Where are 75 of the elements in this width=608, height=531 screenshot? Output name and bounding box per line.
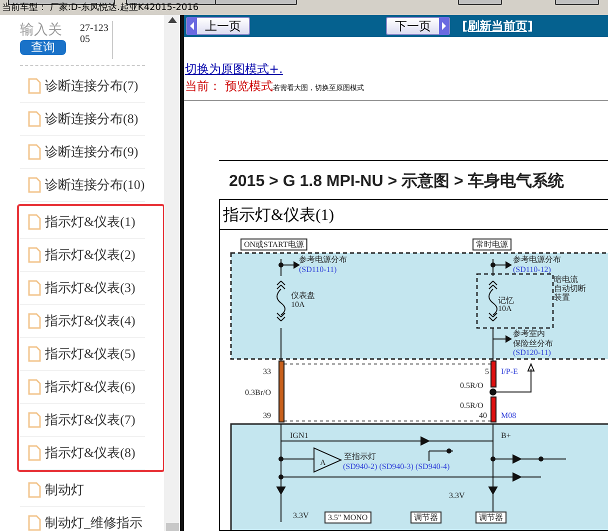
diagram-label: 10A [498,304,512,313]
document-item[interactable]: 指示灯&仪表(1) [20,206,145,239]
diagram-label: 至指示灯 [344,452,376,461]
boxed-label: 调节器 [476,512,506,524]
document-item[interactable]: 制动灯 [20,474,145,507]
code-text: 27-12305 [80,21,113,59]
reference-label: M08 [501,411,516,420]
document-item[interactable]: 指示灯&仪表(6) [20,371,145,404]
document-item[interactable]: 指示灯&仪表(5) [20,338,145,371]
diagram-label: 0.5R/O [460,401,484,410]
document-icon [28,144,41,160]
document-item[interactable]: 制动灯_维修指示 [20,507,145,531]
diagram-label: 暗电流 [554,275,578,284]
diagram-label: 3.3V [293,511,309,520]
diagram-label: 3.3V [449,491,465,500]
document-icon [28,280,41,296]
refresh-link[interactable]: [刷新当前页] [462,18,533,34]
diagram-label: 装置 [554,293,570,302]
document-item[interactable]: 指示灯&仪表(3) [20,272,145,305]
diagram-label: IGN1 [290,431,308,440]
document-item[interactable]: 指示灯&仪表(7) [20,404,145,437]
diagram-label: 10A [291,300,305,309]
document-item[interactable]: 指示灯&仪表(4) [20,305,145,338]
document-item[interactable]: 指示灯&仪表(2) [20,239,145,272]
document-item[interactable]: 指示灯&仪表(8) [20,437,145,470]
document-icon [28,482,41,498]
previous-page-button[interactable]: 上一页 [186,17,250,35]
diagram-label: 参考室内 [513,329,545,338]
scrollbar[interactable] [164,15,180,531]
diagram-label: 40 [479,411,487,420]
diagram-label: 5 [485,367,489,376]
diagram-label: 参考电源分布 [513,255,561,264]
diagram-label: 33 [263,367,271,376]
boxed-label: 3.5" MONO [324,512,372,524]
reference-label: (SD110-11) [299,265,337,274]
document-icon [28,313,41,329]
document-icon [28,346,41,362]
document-icon [28,78,41,94]
diagram-label: 39 [263,411,271,420]
breadcrumb-title: 2015 > G 1.8 MPI-NU > 示意图 > 车身电气系统 [229,171,564,192]
next-page-button[interactable]: 下一页 [386,17,450,35]
diagram-label: 自动切断 [554,284,586,293]
boxed-label: ON或START电源 [240,238,308,250]
document-item[interactable]: 诊断连接分布(9) [20,136,145,169]
search-button[interactable]: 查询 [20,40,66,55]
diagram-label: 参考电源分布 [299,255,347,264]
document-icon [28,247,41,263]
vehicle-info: 当前车型： 厂家:D-东风悦达.起亚K42015-2016 [2,3,199,14]
document-icon [28,379,41,395]
document-item[interactable]: 诊断连接分布(8) [20,103,145,136]
boxed-label: 调节器 [410,512,442,524]
document-item[interactable]: 诊断连接分布(10) [20,169,145,202]
scroll-up-icon[interactable] [168,17,176,23]
document-icon [28,445,41,461]
mode-switch-link[interactable]: 切换为原图模式+. [185,61,283,78]
scroll-thumb[interactable] [166,523,178,531]
reference-label: (SD110-12) [513,265,551,274]
section-title: 指示灯&仪表(1) [220,200,608,230]
mode-label: 当前： 预览模式 [185,78,273,95]
diagram-label: A [320,458,326,467]
reference-label: I/P-E [501,367,518,376]
document-icon [28,412,41,428]
reference-label: (SD940-2) (SD940-3) (SD940-4) [343,462,450,471]
reference-label: (SD120-11) [513,348,551,357]
diagram-label: B+ [501,431,511,440]
boxed-label: 常时电源 [472,238,512,250]
diagram-label: 记忆 [498,296,514,305]
document-icon [28,214,41,230]
document-item[interactable]: 诊断连接分布(7) [20,70,145,103]
diagram-label: 0.5R/O [460,381,484,390]
document-icon [28,177,41,193]
diagram-label: 仪表盘 [291,291,315,300]
diagram-label: 保险丝分布 [513,339,553,348]
diagram-label: 0.3Br/O [245,388,271,397]
document-icon [28,111,41,127]
